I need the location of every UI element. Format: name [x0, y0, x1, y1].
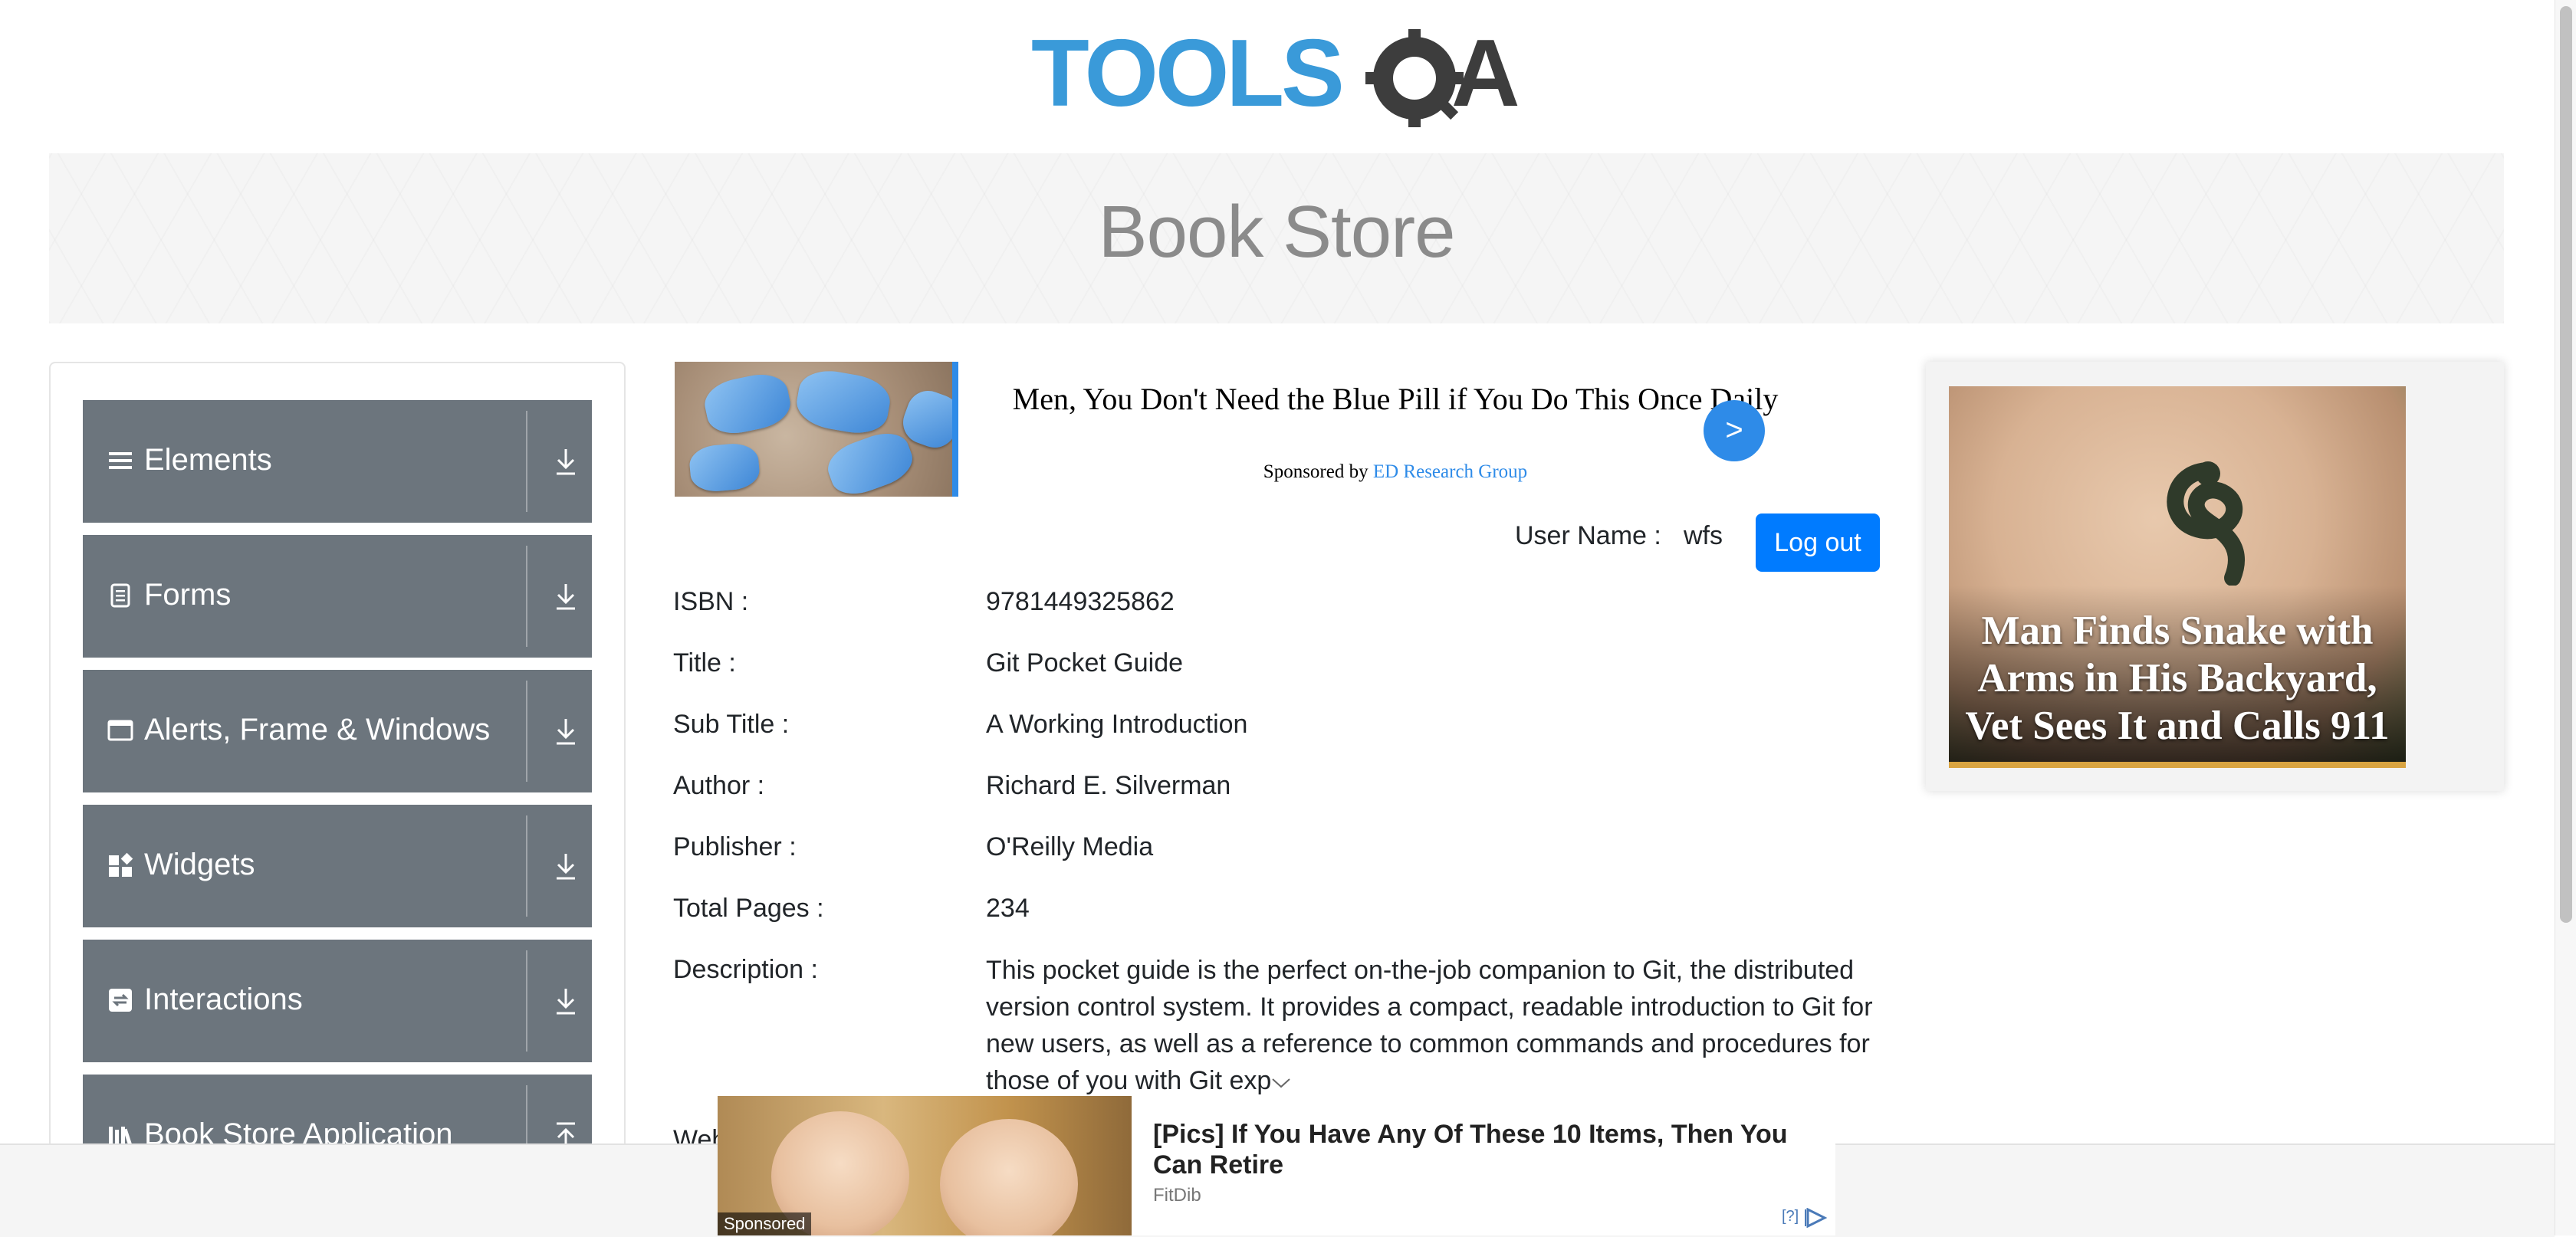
ad-sponsored-prefix: Sponsored by	[1263, 461, 1368, 482]
page-banner: Book Store	[49, 153, 2504, 323]
chevron-down-icon	[1272, 1078, 1290, 1088]
page-scrollbar[interactable]	[2555, 0, 2576, 1235]
total-pages-value: 234	[986, 894, 1030, 923]
sidebar-group-elements[interactable]: Elements	[83, 400, 592, 523]
divider	[526, 546, 527, 647]
window-icon	[107, 720, 133, 741]
ad-headline[interactable]: Men, You Don't Need the Blue Pill if You…	[974, 380, 1817, 418]
isbn-label: ISBN :	[673, 587, 749, 616]
logo-text-a: A	[1451, 23, 1520, 126]
adchoices-icon[interactable]	[1805, 1208, 1828, 1228]
description-text: This pocket guide is the perfect on-the-…	[986, 956, 1873, 1095]
sidebar-group-label: Alerts, Frame & Windows	[144, 713, 491, 746]
title-label: Title :	[673, 648, 736, 678]
document-icon	[110, 583, 130, 608]
toolsqa-logo-graphic: TOOLS A	[1031, 21, 1520, 127]
ad-sponsor-link[interactable]: ED Research Group	[1373, 461, 1527, 482]
divider	[526, 681, 527, 782]
download-icon[interactable]	[554, 581, 578, 612]
hamburger-icon	[109, 452, 132, 469]
pill-shape	[822, 425, 918, 497]
ad-banner-top[interactable]: Men, You Don't Need the Blue Pill if You…	[675, 362, 1778, 497]
ad-headline[interactable]: Man Finds Snake with Arms in His Backyar…	[1949, 607, 2406, 750]
subtitle-label: Sub Title :	[673, 710, 790, 739]
username-value: wfs	[1684, 521, 1723, 550]
page-title: Book Store	[1098, 191, 1456, 273]
author-value: Richard E. Silverman	[986, 771, 1231, 800]
sidebar: Elements Forms Alerts, Frame & Windows W…	[49, 362, 626, 1235]
ad-sponsor-line: Sponsored by ED Research Group	[974, 461, 1817, 483]
sidebar-group-interactions[interactable]: Interactions	[83, 940, 592, 1062]
scrollbar-thumb[interactable]	[2560, 6, 2572, 923]
ad-image[interactable]: Sponsored	[718, 1096, 1132, 1235]
ad-image[interactable]: Man Finds Snake with Arms in His Backyar…	[1949, 386, 2406, 768]
interactions-icon	[109, 989, 132, 1012]
ad-sponsored-tag: Sponsored	[718, 1212, 812, 1235]
ad-info-link[interactable]: [?]	[1782, 1208, 1799, 1226]
publisher-label: Publisher :	[673, 832, 797, 861]
pill-shape	[793, 366, 894, 438]
ad-image[interactable]	[675, 362, 952, 497]
ad-sidebar-right[interactable]: Man Finds Snake with Arms in His Backyar…	[1926, 362, 2504, 791]
isbn-value: 9781449325862	[986, 587, 1175, 616]
divider	[526, 815, 527, 917]
sidebar-group-alerts-frame-windows[interactable]: Alerts, Frame & Windows	[83, 670, 592, 792]
ad-accent-bar	[952, 362, 958, 497]
divider	[526, 411, 527, 512]
download-icon[interactable]	[554, 986, 578, 1016]
publisher-value: O'Reilly Media	[986, 832, 1154, 861]
sidebar-group-label: Widgets	[144, 848, 255, 881]
logout-button[interactable]: Log out	[1756, 514, 1880, 572]
total-pages-label: Total Pages :	[673, 894, 824, 923]
sidebar-group-label: Elements	[144, 443, 272, 477]
pill-shape	[700, 369, 795, 439]
pill-shape	[688, 441, 761, 494]
description-value: This pocket guide is the perfect on-the-…	[986, 952, 1875, 1099]
download-icon[interactable]	[554, 851, 578, 881]
ad-source[interactable]: FitDib	[1153, 1185, 1201, 1206]
logo-gear-icon	[1365, 29, 1464, 127]
title-value: Git Pocket Guide	[986, 648, 1184, 678]
download-icon[interactable]	[554, 446, 578, 477]
sidebar-group-label: Interactions	[144, 983, 303, 1016]
divider	[526, 950, 527, 1052]
description-label: Description :	[673, 955, 818, 984]
author-label: Author :	[673, 771, 765, 800]
ad-banner-bottom[interactable]: Sponsored [Pics] If You Have Any Of Thes…	[718, 1096, 1835, 1235]
ad-headline[interactable]: [Pics] If You Have Any Of These 10 Items…	[1153, 1119, 1812, 1180]
sidebar-group-widgets[interactable]: Widgets	[83, 805, 592, 927]
toolsqa-logo[interactable]: TOOLS A	[1031, 21, 1526, 138]
doll-shape	[940, 1119, 1078, 1235]
logo-text-tools: TOOLS	[1031, 23, 1342, 126]
sidebar-group-label: Forms	[144, 578, 232, 612]
subtitle-value: A Working Introduction	[986, 710, 1248, 739]
widgets-icon	[109, 852, 133, 877]
ad-go-button[interactable]: >	[1704, 400, 1765, 461]
download-icon[interactable]	[554, 716, 578, 746]
sidebar-group-forms[interactable]: Forms	[83, 535, 592, 658]
username-label: User Name :	[1515, 521, 1661, 550]
snake-image	[2167, 461, 2245, 586]
